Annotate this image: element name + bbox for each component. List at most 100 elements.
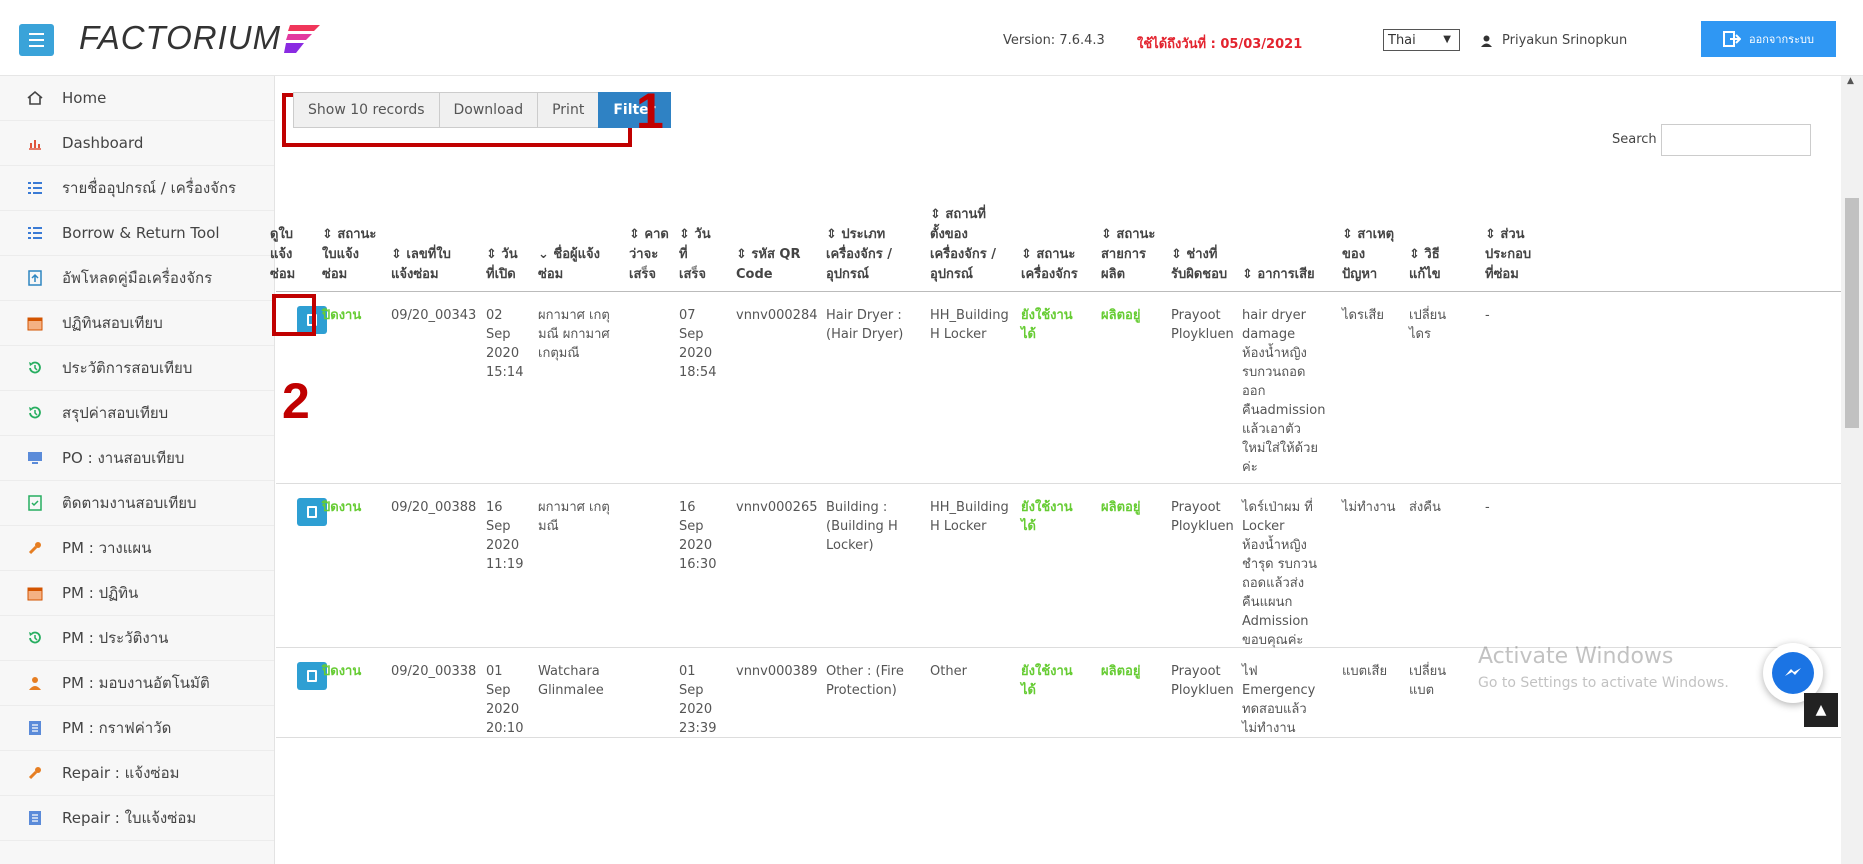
app-logo[interactable]: FACTORIUM (79, 18, 322, 58)
sidebar-item[interactable]: ประวัติการสอบเทียบ (0, 346, 274, 391)
user-icon (1481, 35, 1492, 47)
sidebar-item[interactable]: PM : ปฏิทิน (0, 571, 274, 616)
cell-open: 01 Sep 2020 20:10 (486, 664, 524, 736)
cell-open: 16 Sep 2020 11:19 (486, 500, 524, 572)
cell-line-status: ผลิตอยู่ (1101, 308, 1141, 323)
table-header: ดูใบ แจ้ง ซ่อม ⇕ สถานะ ใบแจ้ง ซ่อม ⇕ เลขที… (270, 192, 1841, 292)
logo-mark-icon (284, 25, 321, 53)
sidebar-item-label: Repair : ใบแจ้งซ่อม (62, 809, 197, 827)
download-button[interactable]: Download (438, 92, 539, 128)
version-label: Version: 7.6.4.3 (1003, 33, 1105, 48)
calendar-icon (26, 314, 44, 332)
cell-qr: vnnv000389 (736, 664, 818, 679)
column-header[interactable]: ⇕ คาด ว่าจะ เสร็จ (629, 225, 669, 285)
cell-done: 16 Sep 2020 16:30 (679, 500, 717, 572)
column-header[interactable]: ⌄ ชื่อผู้แจ้ง ซ่อม (538, 245, 600, 285)
column-header[interactable]: ⇕ รหัส QR Code (736, 245, 801, 285)
cell-reporter: ผกามาศ เกตุ มณี (538, 500, 610, 534)
cell-no: 09/20_00338 (391, 664, 477, 679)
cell-reporter: ผกามาศ เกตุ มณี ผกามาศ เกตุมณี (538, 308, 610, 361)
annotation-box-2 (272, 294, 316, 336)
main-content: Show 10 records Download Print Filter 1 … (270, 76, 1841, 864)
cell-no: 09/20_00388 (391, 500, 477, 515)
language-select[interactable]: Thai ▼ (1383, 29, 1460, 51)
sidebar-item[interactable]: Home (0, 76, 274, 121)
sidebar-item[interactable]: Borrow & Return Tool (0, 211, 274, 256)
sidebar-item[interactable]: สรุปค่าสอบเทียบ (0, 391, 274, 436)
sidebar-item[interactable]: Repair : ใบแจ้งซ่อม (0, 796, 274, 841)
column-header[interactable]: ⇕ สถานที่ ตั้งของ เครื่องจักร / อุปกรณ์ (930, 205, 996, 285)
cell-tech: Prayoot Ploykluen (1171, 664, 1234, 698)
sidebar-item[interactable]: Repair : แจ้งซ่อม (0, 751, 274, 796)
sidebar-item[interactable]: PM : ประวัติงาน (0, 616, 274, 661)
cell-machine-status: ยังใช้งาน ได้ (1021, 500, 1073, 534)
sidebar-item[interactable]: รายชื่ออุปกรณ์ / เครื่องจักร (0, 166, 274, 211)
column-header[interactable]: ⇕ วัน ที่ เสร็จ (679, 225, 711, 285)
search-input[interactable] (1661, 124, 1811, 156)
cell-symptom: ไดร์เป่าผม ที่ Locker ห้องน้ำหญิง ชำรุด … (1242, 500, 1317, 648)
sidebar-item-label: Dashboard (62, 134, 144, 152)
cell-fix: เปลี่ยน แบต (1409, 664, 1447, 698)
column-header[interactable]: ⇕ อาการเสีย (1242, 265, 1315, 285)
sidebar-item[interactable]: ติดตามงานสอบเทียบ (0, 481, 274, 526)
back-to-top-button[interactable]: ▲ (1804, 693, 1838, 727)
cell-parts: - (1485, 500, 1490, 515)
scroll-up-icon[interactable]: ▲ (1847, 76, 1854, 86)
scrollbar-thumb[interactable] (1845, 198, 1859, 428)
column-header[interactable]: ⇕ ช่างที่ รับผิดชอบ (1171, 245, 1227, 285)
cell-symptom: hair dryer damage ห้องน้ำหญิง รบกวนถอด อ… (1242, 308, 1326, 475)
list-icon (26, 179, 44, 197)
cell-line-status: ผลิตอยู่ (1101, 664, 1141, 679)
column-header[interactable]: ⇕ สถานะ สายการ ผลิต (1101, 225, 1155, 285)
show-records-button[interactable]: Show 10 records (293, 92, 440, 128)
column-header[interactable]: ⇕ เลขที่ใบ แจ้งซ่อม (391, 245, 451, 285)
messenger-icon (1772, 652, 1814, 694)
print-button[interactable]: Print (537, 92, 600, 128)
sidebar-item[interactable]: PM : กราฟค่าวัด (0, 706, 274, 751)
sidebar-item-label: สรุปค่าสอบเทียบ (62, 404, 169, 422)
annotation-number-1: 1 (636, 83, 664, 139)
sidebar: Home Dashboard รายชื่ออุปกรณ์ / เครื่องจัก… (0, 76, 275, 864)
vertical-scrollbar[interactable]: ▲ (1841, 76, 1863, 864)
hamburger-menu-icon[interactable] (19, 24, 54, 56)
sidebar-item-label: PO : งานสอบเทียบ (62, 449, 185, 467)
column-header[interactable]: ⇕ สถานะ เครื่องจักร (1021, 245, 1078, 285)
logout-icon (1723, 31, 1742, 47)
column-header[interactable]: ⇕ วัน ที่เปิด (486, 245, 518, 285)
sidebar-item-label: PM : ประวัติงาน (62, 629, 169, 647)
sidebar-item[interactable]: PM : วางแผน (0, 526, 274, 571)
sidebar-item[interactable]: PM : มอบงานอัตโนมัติ (0, 661, 274, 706)
column-header[interactable]: ⇕ วิธี แก้ไข (1409, 245, 1441, 285)
chevron-up-icon: ▲ (1815, 702, 1827, 718)
column-header[interactable]: ⇕ สาเหตุ ของ ปัญหา (1342, 225, 1394, 285)
cell-fix: เปลี่ยน ไดร (1409, 308, 1447, 342)
cell-qr: vnnv000265 (736, 500, 818, 515)
sidebar-item-label: อัพโหลดคู่มือเครื่องจักร (62, 269, 213, 287)
sidebar-item-label: Home (62, 89, 107, 107)
user-info[interactable]: Priyakun Srinopkun (1481, 33, 1627, 48)
sidebar-item-label: Repair : แจ้งซ่อม (62, 764, 180, 782)
table-row: ปิดงาน 09/20_00388 16 Sep 2020 11:19 ผกามาศ… (276, 484, 1841, 648)
cell-cause: ไม่ทำงาน (1342, 500, 1396, 515)
cell-qr: vnnv000284 (736, 308, 818, 323)
sidebar-item-label: ปฏิทินสอบเทียบ (62, 314, 163, 332)
sidebar-item[interactable]: อัพโหลดคู่มือเครื่องจักร (0, 256, 274, 301)
cell-machine-status: ยังใช้งาน ได้ (1021, 664, 1073, 698)
cell-location: Other (930, 664, 967, 679)
column-header[interactable]: ดูใบ แจ้ง ซ่อม (270, 225, 295, 285)
cell-tech: Prayoot Ploykluen (1171, 308, 1234, 342)
column-header[interactable]: ⇕ ประเภท เครื่องจักร / อุปกรณ์ (826, 225, 892, 285)
column-header[interactable]: ⇕ ส่วน ประกอบ ที่ซ่อม (1485, 225, 1531, 285)
user-icon (26, 674, 44, 692)
sidebar-item[interactable]: Dashboard (0, 121, 274, 166)
column-header[interactable]: ⇕ สถานะ ใบแจ้ง ซ่อม (322, 225, 376, 285)
sidebar-item[interactable]: ปฏิทินสอบเทียบ (0, 301, 274, 346)
cell-open: 02 Sep 2020 15:14 (486, 308, 524, 380)
sidebar-item[interactable]: PO : งานสอบเทียบ (0, 436, 274, 481)
document-icon (26, 809, 44, 827)
cell-cause: ไดรเสีย (1342, 308, 1384, 323)
history-icon (26, 404, 44, 422)
logout-button[interactable]: ออกจากระบบ (1701, 21, 1836, 57)
cell-status: ปิดงาน (322, 308, 362, 323)
document-icon (26, 719, 44, 737)
